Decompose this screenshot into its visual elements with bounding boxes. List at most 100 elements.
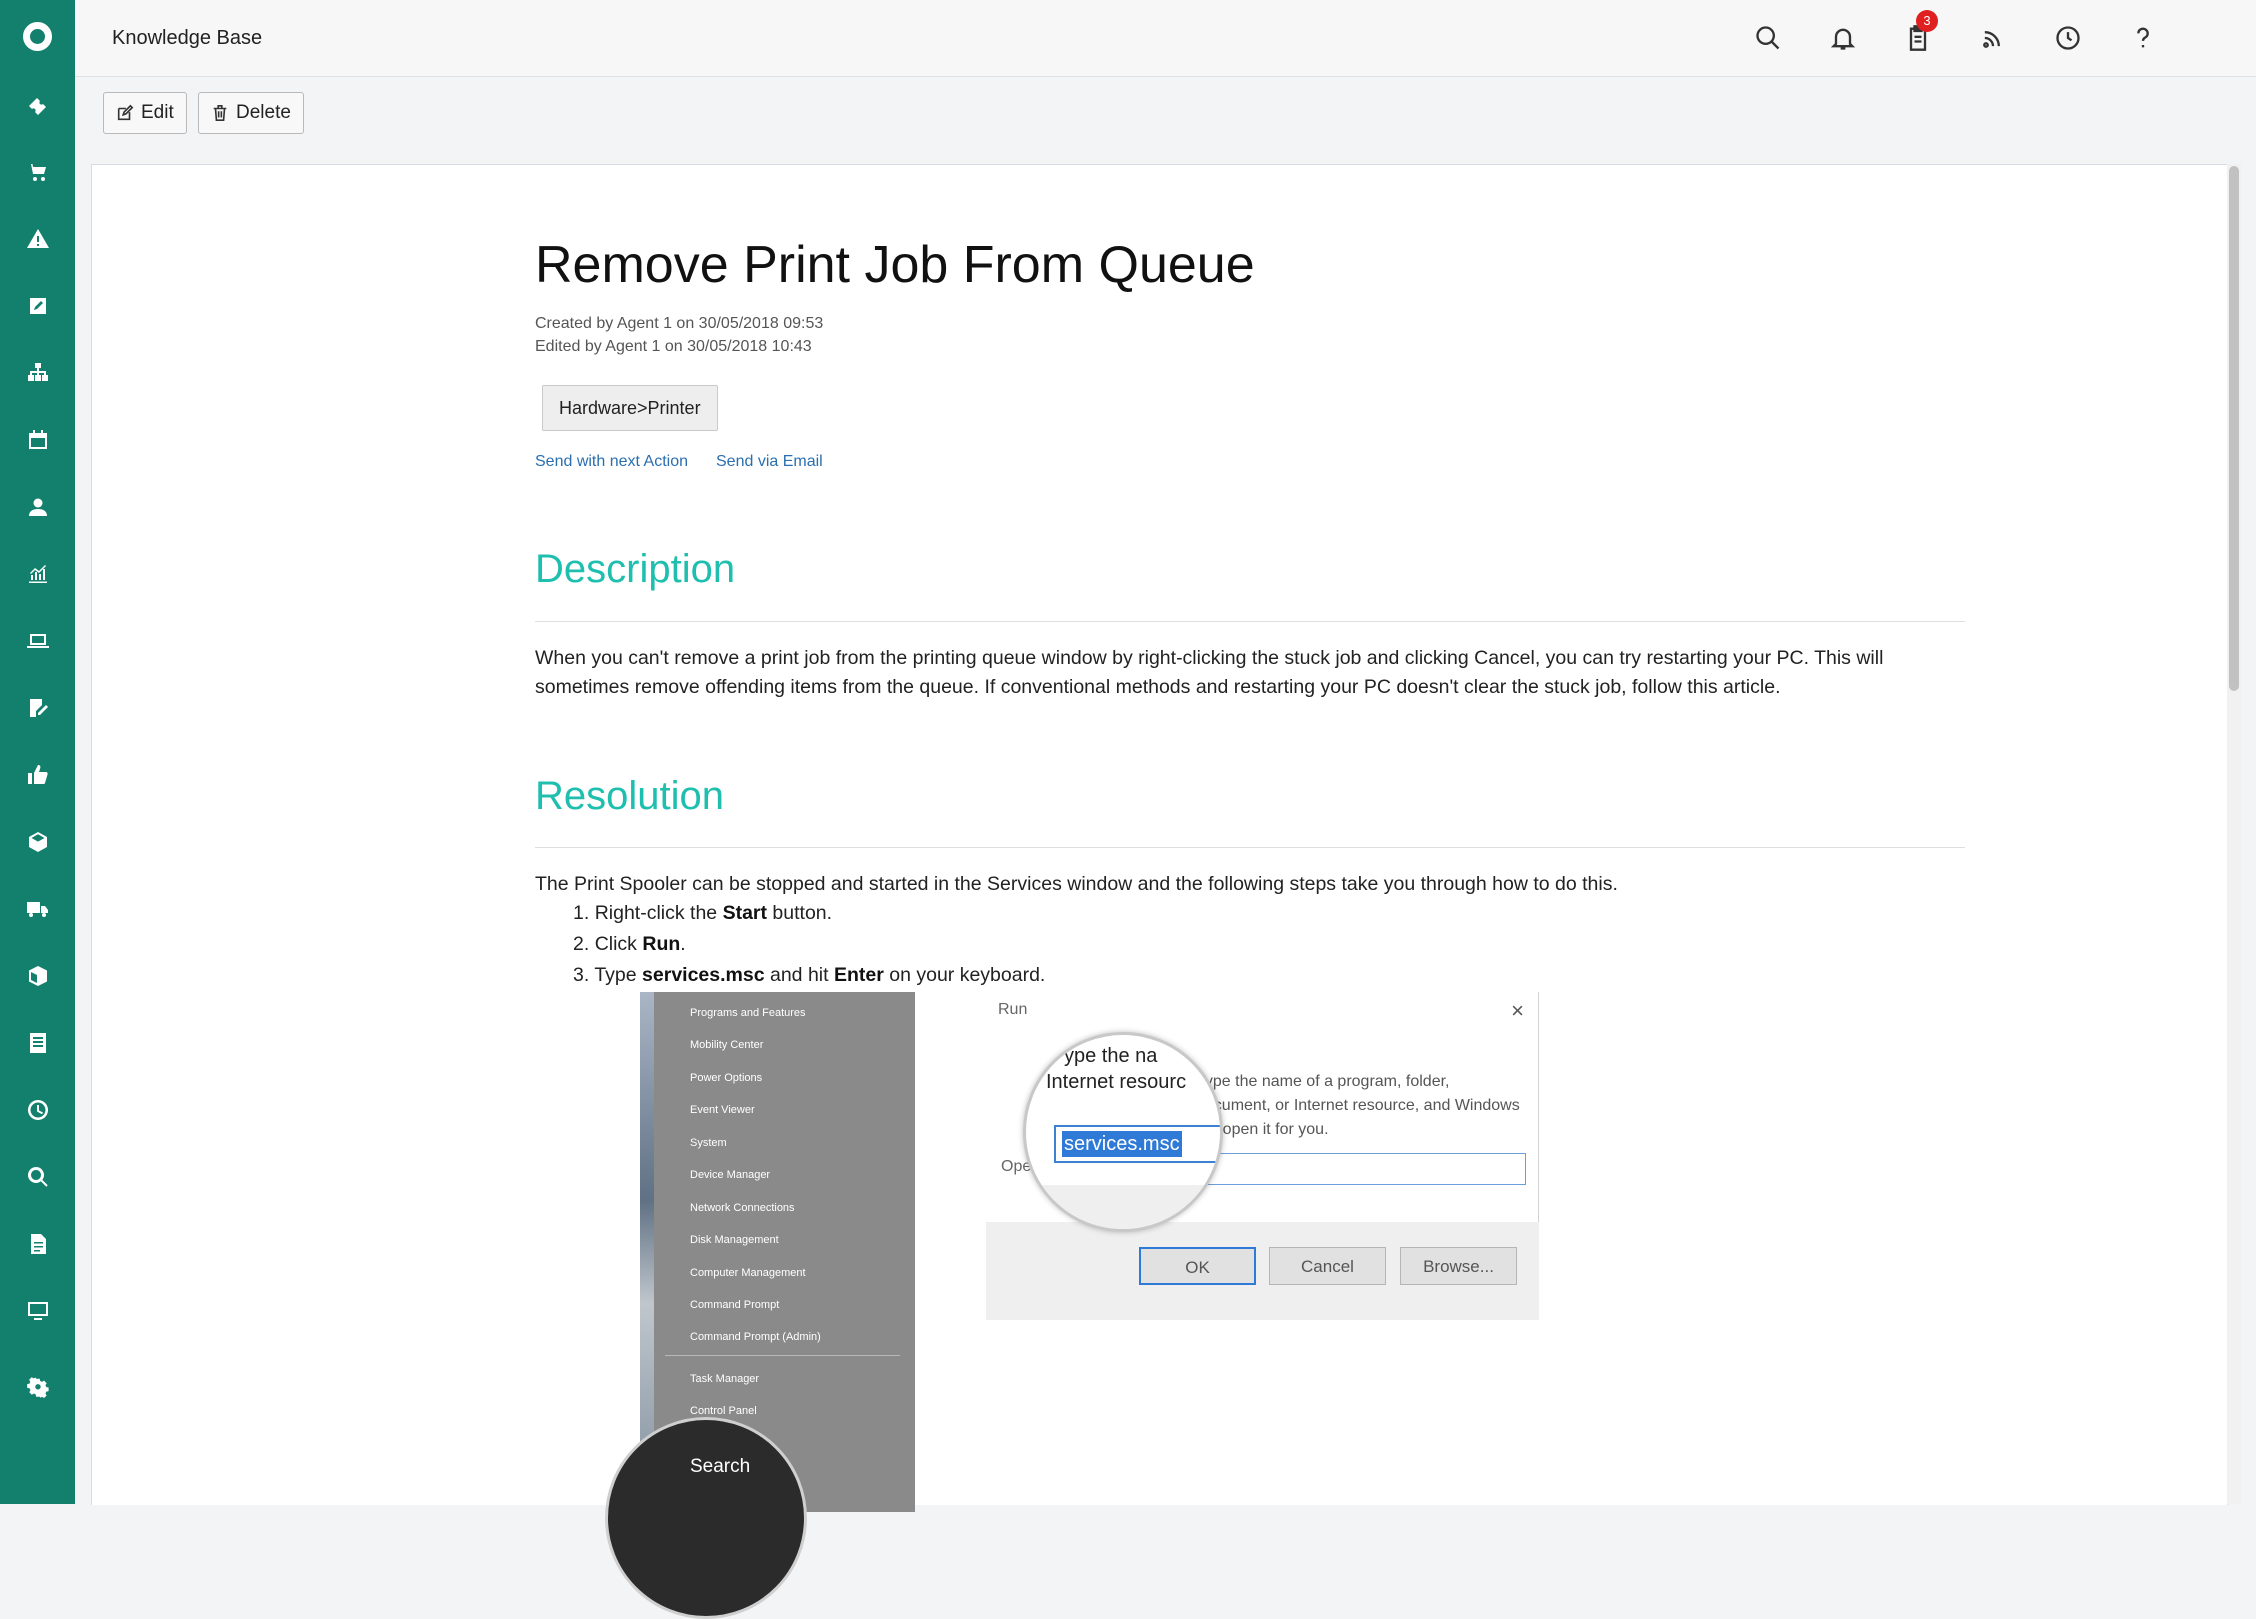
step-text: on your keyboard. [883, 964, 1046, 986]
step-text: button. [767, 902, 833, 924]
step-text: and hit [764, 964, 834, 986]
edit-icon [117, 104, 134, 121]
delete-button-label: Delete [236, 102, 291, 123]
run-dialog-title: Run [998, 1001, 1028, 1018]
box-icon [28, 832, 47, 852]
menu-item: Computer Management [690, 1267, 806, 1279]
category-tag[interactable]: Hardware>Printer [542, 385, 718, 431]
sidebar-item-suppliers[interactable] [0, 884, 75, 934]
top-bar: Knowledge Base 3 A1 [75, 0, 2256, 77]
org-chart-icon [27, 363, 48, 381]
search-magnifier: Search [605, 1417, 807, 1619]
magnified-open-field: services.msc [1054, 1125, 1220, 1163]
help-button[interactable] [2123, 18, 2163, 58]
menu-item: Disk Management [690, 1234, 779, 1246]
menu-item: Mobility Center [690, 1039, 764, 1051]
page-title: Knowledge Base [112, 27, 263, 49]
laptop-icon [26, 634, 49, 648]
ok-button: OK [1139, 1247, 1256, 1285]
global-search-button[interactable] [1748, 18, 1788, 58]
step-text: Right-click the [594, 902, 723, 924]
cancel-button: Cancel [1269, 1247, 1386, 1285]
thumbs-up-icon [27, 765, 48, 784]
scrollbar[interactable] [2227, 164, 2241, 1504]
menu-item: System [690, 1137, 727, 1149]
scrollbar-thumb[interactable] [2229, 166, 2239, 691]
gears-icon [26, 1377, 49, 1398]
run-dialog-footer: OK Cancel Browse... [986, 1222, 1539, 1320]
step-number: 2. [573, 933, 590, 955]
clock-icon [27, 1100, 48, 1120]
sidebar-item-products[interactable] [0, 817, 75, 867]
sidebar-item-notes[interactable] [0, 683, 75, 733]
resolution-heading: Resolution [535, 774, 725, 818]
magnified-text: ype the na [1064, 1045, 1158, 1067]
run-dialog-description: Type the name of a program, folder, docu… [1196, 1073, 1520, 1138]
edit-button[interactable]: Edit [103, 92, 187, 134]
magnified-text: Internet resourc [1046, 1071, 1187, 1093]
article-panel: Remove Print Job From Queue Created by A… [91, 164, 2228, 1619]
step-item: 1. Right-click the Start button. [573, 902, 832, 925]
send-with-next-action-link[interactable]: Send with next Action [535, 453, 688, 471]
search-icon [27, 1167, 48, 1187]
feed-button[interactable] [1973, 18, 2013, 58]
step-number: 3. [573, 964, 590, 986]
timesheet-button[interactable] [2048, 18, 2088, 58]
bell-icon [1830, 28, 1856, 50]
sidebar-item-feedback[interactable] [0, 750, 75, 800]
sidebar-item-knowledge-base[interactable] [0, 1219, 75, 1269]
truck-icon [26, 902, 48, 917]
step-number: 1. [573, 902, 590, 924]
sidebar [0, 0, 75, 1504]
sidebar-item-shop[interactable] [0, 147, 75, 197]
menu-item: Device Manager [690, 1169, 771, 1181]
help-icon [2137, 27, 2149, 48]
sidebar-item-assets[interactable] [0, 616, 75, 666]
menu-item: Power Options [690, 1072, 763, 1084]
step-item: 2. Click Run. [573, 933, 686, 956]
sidebar-item-settings[interactable] [0, 1363, 75, 1413]
notifications-button[interactable] [1823, 18, 1863, 58]
sidebar-item-changes[interactable] [0, 281, 75, 331]
cart-icon [27, 164, 46, 181]
step-text: Type [594, 964, 643, 986]
rss-icon [1983, 31, 2000, 48]
open-value-selected: services.msc [1062, 1131, 1182, 1157]
warning-icon [26, 229, 49, 248]
sidebar-item-tickets[interactable] [0, 80, 75, 130]
sidebar-item-remote[interactable] [0, 1286, 75, 1336]
menu-item: Command Prompt (Admin) [690, 1331, 821, 1343]
description-text: When you can't remove a print job from t… [535, 647, 1884, 698]
ticket-icon [28, 98, 46, 115]
sidebar-item-search[interactable] [0, 1152, 75, 1202]
delete-button[interactable]: Delete [198, 92, 304, 134]
send-via-email-link[interactable]: Send via Email [716, 453, 823, 471]
tasks-button[interactable]: 3 [1898, 10, 1938, 58]
clock-icon [2056, 26, 2080, 50]
sidebar-item-users[interactable] [0, 482, 75, 532]
tasks-badge: 3 [1916, 10, 1938, 32]
menu-item: Event Viewer [690, 1104, 755, 1116]
sidebar-item-reports[interactable] [0, 549, 75, 599]
menu-item: Command Prompt [690, 1299, 780, 1311]
user-icon [28, 498, 47, 516]
chart-icon [28, 565, 47, 583]
step-bold: Enter [833, 964, 884, 986]
sidebar-item-calendar[interactable] [0, 415, 75, 465]
sidebar-item-organisation[interactable] [0, 348, 75, 398]
browse-button: Browse... [1400, 1247, 1517, 1285]
sidebar-item-stock[interactable] [0, 951, 75, 1001]
step-bold: Run [642, 933, 681, 955]
app-logo-icon[interactable] [23, 22, 52, 51]
list-doc-icon [29, 1033, 46, 1053]
step-item: 3. Type services.msc and hit Enter on yo… [573, 964, 1045, 987]
sidebar-item-timesheets[interactable] [0, 1085, 75, 1135]
sidebar-item-problems[interactable] [0, 214, 75, 264]
menu-divider [665, 1355, 900, 1356]
trash-icon [213, 104, 227, 122]
sidebar-item-contracts[interactable] [0, 1018, 75, 1068]
search-icon [1756, 26, 1780, 50]
edit-button-label: Edit [141, 102, 174, 123]
resolution-intro: The Print Spooler can be stopped and sta… [535, 873, 1618, 895]
package-icon [28, 966, 47, 986]
